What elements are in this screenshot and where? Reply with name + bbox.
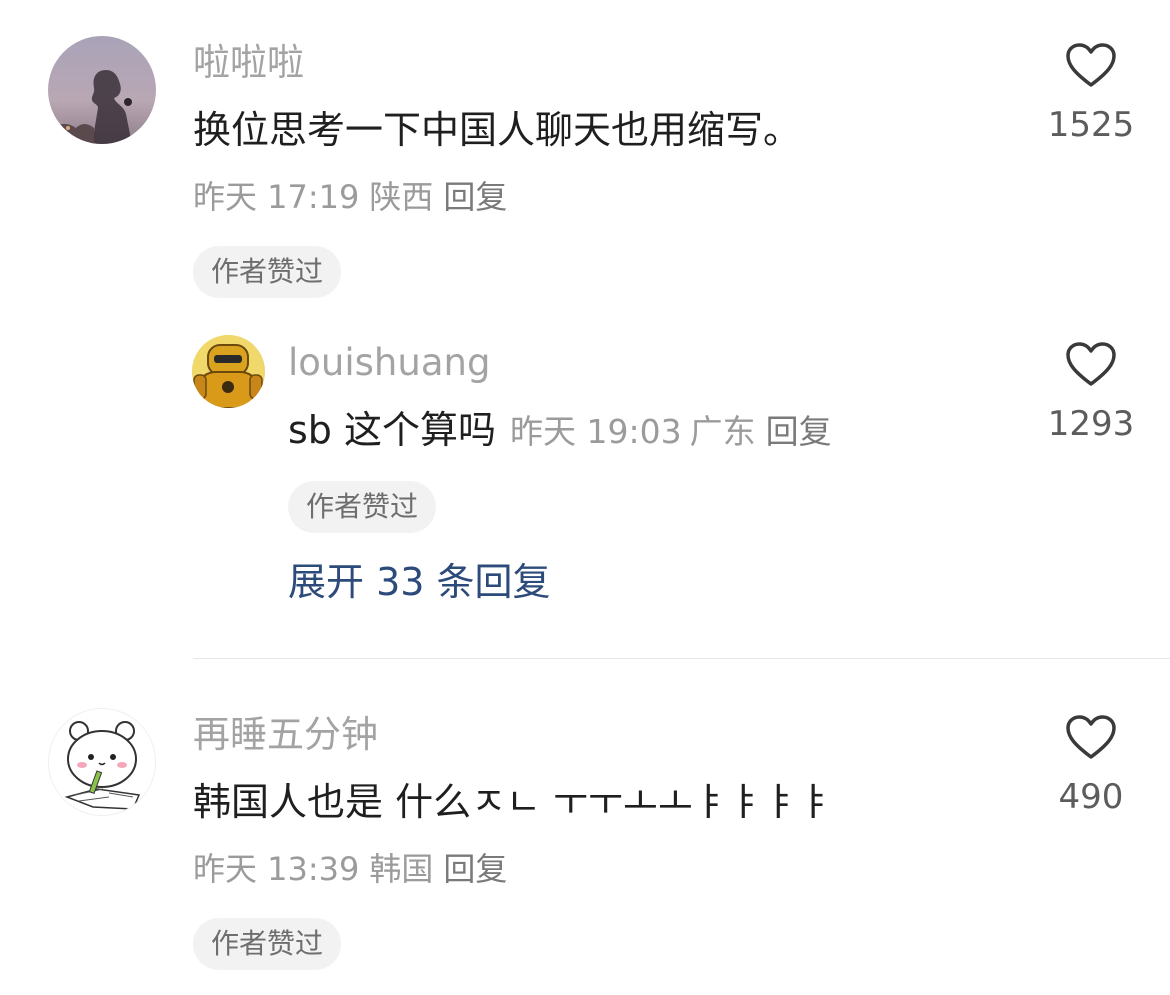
author-liked-badge: 作者赞过 [288, 481, 437, 533]
avatar[interactable] [48, 708, 156, 816]
comment-text: sb 这个算吗 [288, 408, 496, 452]
reply-button[interactable]: 回复 [443, 178, 507, 216]
heart-icon[interactable] [1065, 341, 1117, 387]
comment-meta: 昨天 17:19 陕西 回复 [193, 181, 507, 213]
comment-text: 换位思考一下中国人聊天也用缩写。 [193, 108, 802, 152]
like-count: 1293 [1047, 404, 1135, 444]
username[interactable]: 再睡五分钟 [193, 716, 378, 753]
username[interactable]: 啦啦啦 [193, 44, 304, 81]
comment-time: 昨天 13:39 [193, 850, 360, 888]
divider [193, 658, 1170, 659]
comment-meta: 昨天 19:03 广东 回复 [510, 412, 832, 451]
heart-icon[interactable] [1065, 42, 1117, 88]
like-column: 490 [1031, 714, 1151, 814]
heart-icon[interactable] [1065, 714, 1117, 760]
like-column: 1525 [1031, 42, 1151, 142]
comment-location: 韩国 [369, 850, 434, 888]
reply-button[interactable]: 回复 [443, 850, 507, 888]
comment-time: 昨天 17:19 [193, 178, 360, 216]
avatar[interactable] [192, 335, 265, 408]
username[interactable]: louishuang [288, 344, 490, 381]
comment-location: 陕西 [369, 178, 434, 216]
like-count: 490 [1058, 777, 1124, 817]
avatar[interactable] [48, 36, 156, 144]
reply-button[interactable]: 回复 [766, 412, 832, 451]
yellow-robot-avatar [192, 335, 265, 408]
author-liked-badge: 作者赞过 [193, 918, 342, 970]
reply-text-line: sb 这个算吗 昨天 19:03 广东 回复 [288, 411, 832, 449]
comment-location: 广东 [689, 412, 756, 451]
author-liked-badge: 作者赞过 [193, 246, 342, 298]
like-column: 1293 [1031, 341, 1151, 441]
comment-meta: 昨天 13:39 韩国 回复 [193, 853, 507, 885]
expand-replies-button[interactable]: 展开 33 条回复 [288, 563, 551, 601]
comment-text: 韩国人也是 什么ㅈㄴ ㅜㅜㅗㅗㅑㅑㅑㅑ [193, 780, 833, 824]
like-count: 1525 [1047, 105, 1135, 145]
silhouette-photo-avatar [48, 36, 156, 144]
cartoon-bear-avatar [49, 709, 155, 815]
comment-time: 昨天 19:03 [510, 412, 682, 451]
